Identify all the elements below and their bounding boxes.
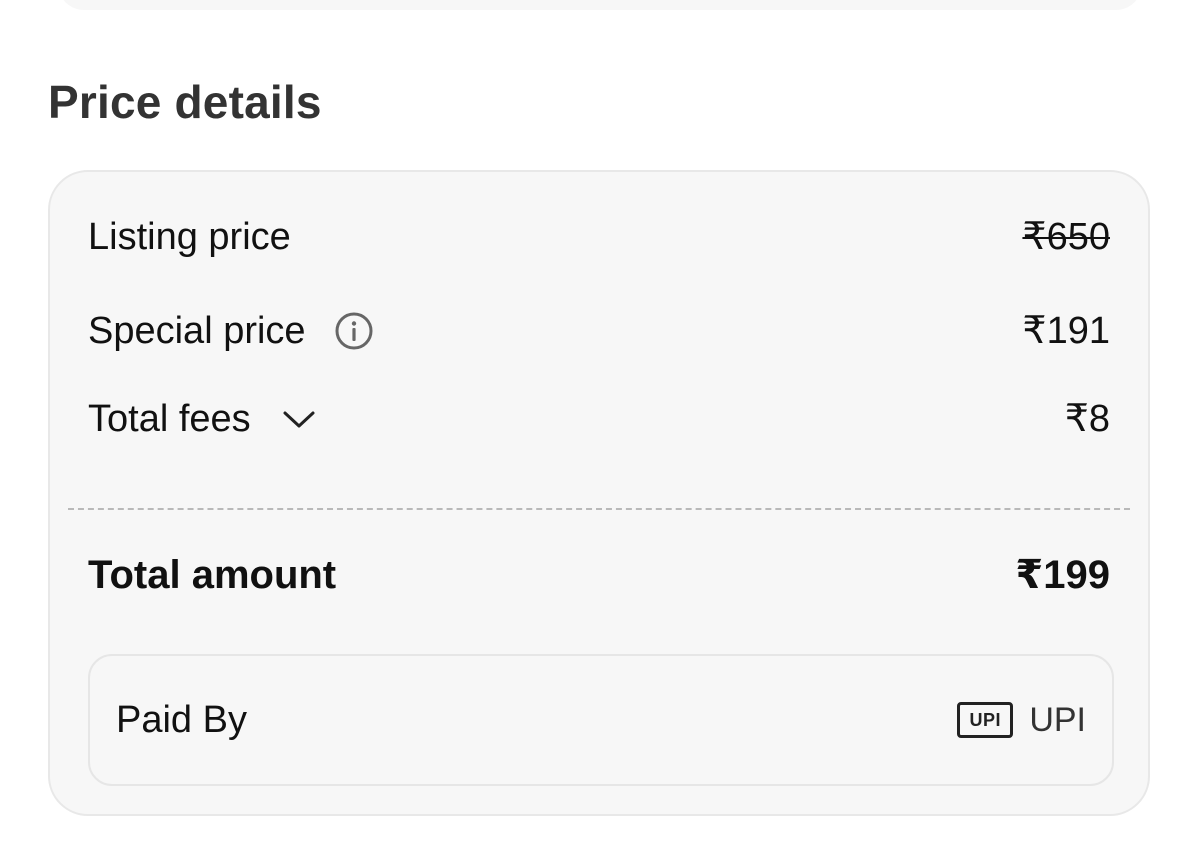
payment-method: UPI UPI [957, 701, 1086, 740]
total-fees-label: Total fees [88, 398, 251, 440]
total-fees-row[interactable]: Total fees ₹8 [88, 394, 1110, 444]
listing-price-label: Listing price [88, 216, 291, 258]
price-details-card: Listing price ₹650 Special price ₹191 To… [48, 170, 1150, 816]
previous-card-edge [58, 0, 1142, 10]
total-fees-value: ₹8 [1064, 398, 1110, 440]
payment-method-box: Paid By UPI UPI [88, 654, 1114, 786]
special-price-label-group: Special price [88, 306, 374, 356]
total-amount-row: Total amount ₹199 [88, 550, 1110, 600]
special-price-value: ₹191 [1022, 310, 1110, 352]
paid-by-label: Paid By [116, 698, 247, 741]
payment-method-value: UPI [1029, 700, 1086, 739]
total-amount-label: Total amount [88, 553, 337, 597]
upi-logo-icon: UPI [957, 702, 1014, 738]
listing-price-row: Listing price ₹650 [88, 212, 1110, 262]
section-title: Price details [48, 76, 322, 128]
dashed-divider [68, 508, 1130, 510]
special-price-label: Special price [88, 310, 306, 352]
info-icon[interactable] [334, 311, 374, 351]
total-fees-label-group: Total fees [88, 394, 317, 444]
listing-price-value: ₹650 [1022, 216, 1110, 258]
total-amount-value: ₹199 [1015, 553, 1110, 597]
chevron-down-icon[interactable] [281, 407, 317, 431]
special-price-row: Special price ₹191 [88, 306, 1110, 356]
